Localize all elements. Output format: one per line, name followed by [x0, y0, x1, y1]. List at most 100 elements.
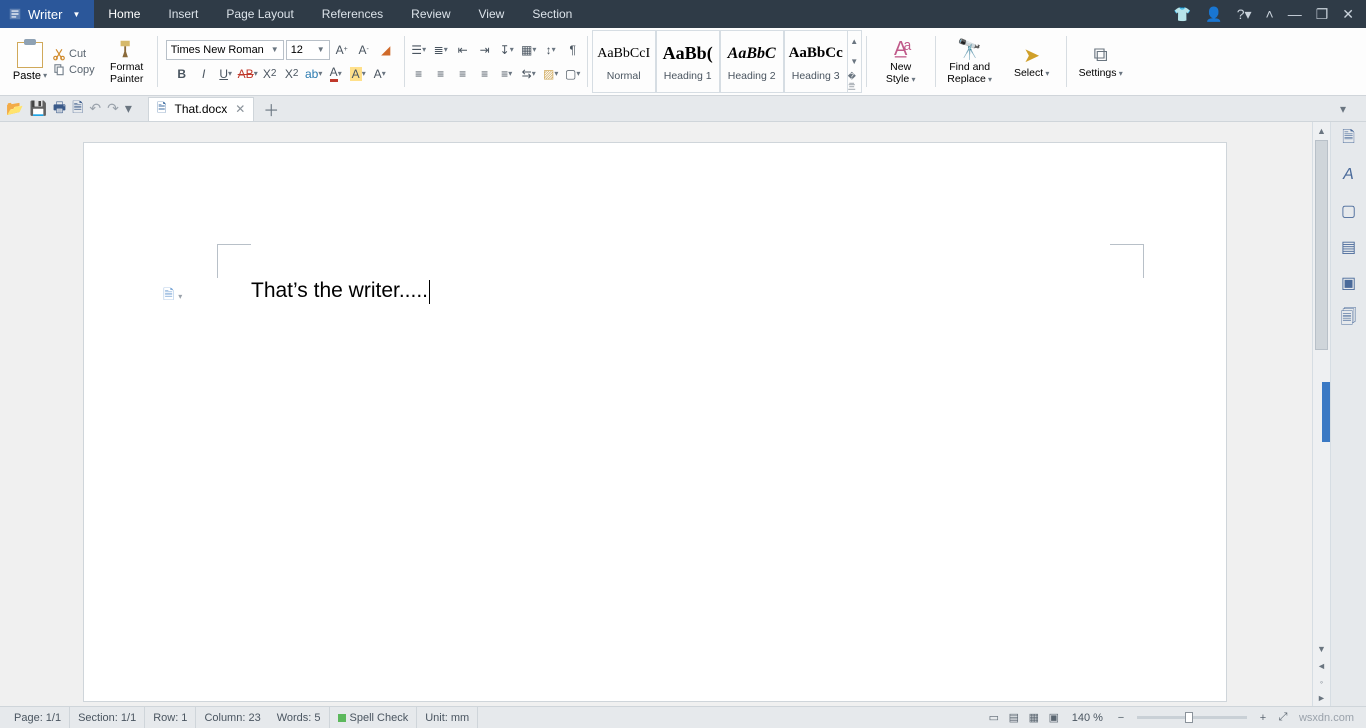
prev-page-button[interactable]: ◄	[1313, 658, 1330, 674]
zoom-value[interactable]: 140 %	[1064, 707, 1111, 728]
document-body-text[interactable]: That’s the writer.....	[251, 278, 430, 304]
justify-button[interactable]: ≡	[475, 64, 495, 84]
tab-list-button[interactable]: ▾	[1340, 102, 1360, 116]
print-button[interactable]: 🖶	[53, 97, 66, 121]
view-outline-button[interactable]: ▤	[1004, 710, 1024, 726]
italic-button[interactable]: I	[194, 64, 214, 84]
change-case-button[interactable]: ab▾	[304, 64, 324, 84]
align-left-button[interactable]: ≡	[409, 64, 429, 84]
copy-button[interactable]: Copy	[52, 63, 95, 77]
close-icon[interactable]: ✕	[1342, 6, 1354, 23]
show-marks-button[interactable]: ¶	[563, 40, 583, 60]
user-icon[interactable]: 👤	[1205, 6, 1222, 23]
next-page-button[interactable]: ►	[1313, 690, 1330, 706]
numbering-button[interactable]: ≣▾	[431, 40, 451, 60]
distributed-button[interactable]: ≡▾	[497, 64, 517, 84]
status-row[interactable]: Row: 1	[145, 707, 196, 728]
format-painter-button[interactable]: Format Painter	[101, 30, 153, 93]
menu-section[interactable]: Section	[518, 0, 586, 28]
canvas[interactable]: 🗎 That’s the writer.....	[0, 122, 1312, 706]
style-heading-2[interactable]: AaBbCHeading 2	[720, 30, 784, 93]
sidepanel-font-icon[interactable]: A	[1338, 164, 1360, 186]
document-tab[interactable]: 🗎 That.docx ✕	[148, 97, 254, 121]
superscript-button[interactable]: X2	[260, 64, 280, 84]
find-replace-button[interactable]: 🔭 Find and Replace	[940, 30, 1000, 93]
sidepanel-page-icon[interactable]: 🗎	[1338, 128, 1360, 150]
fit-page-button[interactable]: ⤢	[1273, 710, 1293, 726]
restore-icon[interactable]: ❐	[1316, 6, 1329, 23]
print-preview-button[interactable]: 🗎	[72, 97, 83, 121]
menu-page-layout[interactable]: Page Layout	[212, 0, 307, 28]
scroll-down-button[interactable]: ▼	[1313, 640, 1330, 658]
save-button[interactable]: 💾	[29, 100, 46, 117]
zoom-in-button[interactable]: +	[1253, 710, 1273, 726]
align-right-button[interactable]: ≡	[453, 64, 473, 84]
collapse-ribbon-icon[interactable]: ˄	[1266, 6, 1274, 22]
style-heading-1[interactable]: AaBb(Heading 1	[656, 30, 720, 93]
view-fullscreen-button[interactable]: ▣	[1044, 710, 1064, 726]
sort-button[interactable]: ↧▾	[497, 40, 517, 60]
open-button[interactable]: 📂	[6, 100, 23, 117]
settings-button[interactable]: ⧉ Settings	[1071, 30, 1131, 93]
highlight-button[interactable]: A▾	[348, 64, 368, 84]
grow-font-button[interactable]: A+	[332, 40, 352, 60]
object-browse-button[interactable]: ◦	[1313, 674, 1330, 690]
menu-insert[interactable]: Insert	[154, 0, 212, 28]
side-panel-handle[interactable]	[1322, 382, 1330, 442]
tab-stops-button[interactable]: ⇆▾	[519, 64, 539, 84]
decrease-indent-button[interactable]: ⇤	[453, 40, 473, 60]
menu-view[interactable]: View	[465, 0, 519, 28]
style-normal[interactable]: AaBbCcINormal	[592, 30, 656, 93]
help-icon[interactable]: ?▾	[1237, 6, 1252, 23]
align-center-button[interactable]: ≡	[431, 64, 451, 84]
sidepanel-clipboard-icon[interactable]: 🗐	[1338, 308, 1360, 330]
styles-scroll[interactable]: ▲▼�亖	[848, 30, 862, 93]
skin-icon[interactable]: 👕	[1174, 6, 1191, 23]
undo-button[interactable]: ↶	[89, 100, 101, 117]
line-spacing-button[interactable]: ↕▾	[541, 40, 561, 60]
redo-button[interactable]: ↷	[107, 100, 119, 117]
status-column[interactable]: Column: 23	[196, 707, 268, 728]
underline-button[interactable]: U▾	[216, 64, 236, 84]
app-menu-button[interactable]: Writer ▼	[0, 0, 94, 28]
zoom-out-button[interactable]: −	[1111, 710, 1131, 726]
paste-button[interactable]: Paste	[8, 42, 52, 82]
font-name-select[interactable]: Times New Roman▼	[166, 40, 284, 60]
strikethrough-button[interactable]: AB▾	[238, 64, 258, 84]
style-heading-3[interactable]: AaBbCcHeading 3	[784, 30, 848, 93]
status-unit[interactable]: Unit: mm	[417, 707, 478, 728]
qat-more-icon[interactable]: ▾	[125, 100, 132, 117]
status-words[interactable]: Words: 5	[269, 707, 330, 728]
menu-references[interactable]: References	[308, 0, 397, 28]
view-web-layout-button[interactable]: ▦	[1024, 710, 1044, 726]
minimize-icon[interactable]: —	[1288, 6, 1302, 22]
paragraph-handle-icon[interactable]: 🗎	[163, 284, 182, 308]
zoom-slider[interactable]	[1137, 716, 1247, 719]
subscript-button[interactable]: X2	[282, 64, 302, 84]
status-page[interactable]: Page: 1/1	[6, 707, 70, 728]
sidepanel-nav-icon[interactable]: ▤	[1338, 236, 1360, 258]
character-shading-button[interactable]: A▾	[370, 64, 390, 84]
status-section[interactable]: Section: 1/1	[70, 707, 145, 728]
font-color-button[interactable]: A▾	[326, 64, 346, 84]
sidepanel-shapes-icon[interactable]: ▢	[1338, 200, 1360, 222]
zoom-thumb[interactable]	[1185, 712, 1193, 723]
font-size-select[interactable]: 12▼	[286, 40, 330, 60]
new-style-button[interactable]: A̲ͣ New Style	[871, 30, 931, 93]
new-tab-button[interactable]: ＋	[260, 98, 282, 120]
shading-button[interactable]: ▨▾	[541, 64, 561, 84]
close-tab-button[interactable]: ✕	[235, 102, 245, 116]
status-spell[interactable]: Spell Check	[330, 707, 418, 728]
clear-formatting-button[interactable]: ◢	[376, 40, 396, 60]
scroll-up-button[interactable]: ▲	[1313, 122, 1330, 140]
shrink-font-button[interactable]: A-	[354, 40, 374, 60]
sidepanel-image-icon[interactable]: ▣	[1338, 272, 1360, 294]
bullets-button[interactable]: ☰▾	[409, 40, 429, 60]
cut-button[interactable]: Cut	[52, 47, 95, 61]
select-button[interactable]: ➤ Select	[1002, 30, 1062, 93]
view-print-layout-button[interactable]: ▭	[984, 710, 1004, 726]
borders-button[interactable]: ▦▾	[519, 40, 539, 60]
menu-home[interactable]: Home	[94, 0, 154, 28]
increase-indent-button[interactable]: ⇥	[475, 40, 495, 60]
bold-button[interactable]: B	[172, 64, 192, 84]
